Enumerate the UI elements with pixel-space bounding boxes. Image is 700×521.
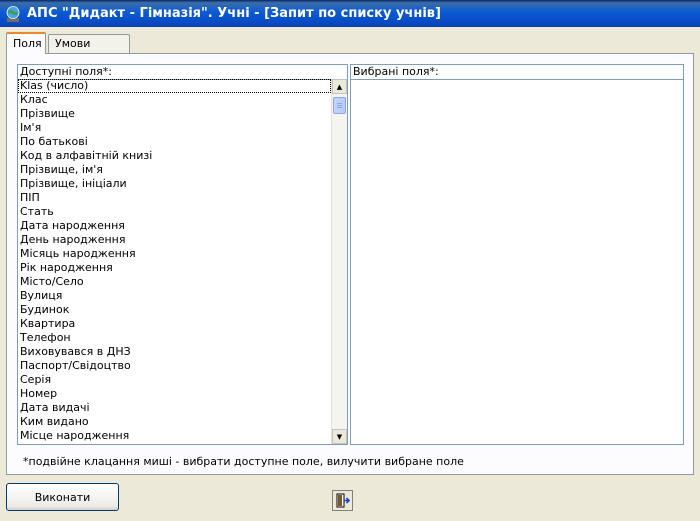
run-button[interactable]: Виконати — [6, 483, 119, 511]
exit-door-icon — [336, 493, 350, 508]
tab-selection-conditions[interactable]: Умови вибору — [48, 34, 130, 68]
field-item[interactable]: Місяць народження — [18, 247, 331, 261]
field-item[interactable]: Рік народження — [18, 261, 331, 275]
field-item[interactable]: Klas (число) — [18, 79, 331, 93]
field-item[interactable]: ПІП — [18, 191, 331, 205]
field-item[interactable]: Виховувався в ДНЗ — [18, 345, 331, 359]
exit-button[interactable] — [332, 490, 353, 511]
field-item[interactable]: Серія — [18, 373, 331, 387]
field-item[interactable]: Паспорт/Свідоцтво — [18, 359, 331, 373]
tab-fields[interactable]: Поля — [6, 32, 46, 54]
field-item[interactable]: Ким видано — [18, 415, 331, 429]
available-fields-items: Klas (число) Клас Прізвище Ім'я По батькові К… — [18, 79, 331, 444]
field-item[interactable]: Дата народження — [18, 219, 331, 233]
field-item[interactable]: Прізвище, ініціали — [18, 177, 331, 191]
window-title: АПС "Дидакт - Гімназія". Учні - [Запит п… — [27, 6, 441, 21]
run-button-label: Виконати — [34, 490, 91, 504]
field-item[interactable]: Місто/Село — [18, 275, 331, 289]
scroll-up-button[interactable]: ▲ — [332, 79, 347, 94]
field-item[interactable]: Прізвище — [18, 107, 331, 121]
chevron-up-icon: ▲ — [336, 82, 343, 91]
field-item[interactable]: Стать — [18, 205, 331, 219]
hint-text: *подвійне клацання миші - вибрати доступ… — [23, 455, 464, 468]
field-item[interactable]: Прізвище, ім'я — [18, 163, 331, 177]
chevron-down-icon: ▼ — [336, 432, 343, 441]
scroll-thumb[interactable] — [333, 97, 346, 114]
available-fields-header: Доступні поля*: — [18, 65, 347, 80]
field-item[interactable]: Будинок — [18, 303, 331, 317]
field-item[interactable]: Номер — [18, 387, 331, 401]
scroll-down-button[interactable]: ▼ — [332, 429, 347, 444]
available-fields-list[interactable]: Доступні поля*: Klas (число) Клас Прізвище… — [17, 64, 348, 445]
field-item[interactable]: Дата видачі — [18, 401, 331, 415]
available-fields-scrollbar[interactable]: ▲ ▼ — [331, 79, 347, 444]
selected-fields-header: Вибрані поля*: — [351, 65, 683, 80]
field-item[interactable]: Телефон — [18, 331, 331, 345]
app-globe-icon — [6, 5, 20, 22]
field-item[interactable]: По батькові — [18, 135, 331, 149]
title-bar: АПС "Дидакт - Гімназія". Учні - [Запит п… — [0, 0, 700, 27]
field-item[interactable]: День народження — [18, 233, 331, 247]
field-item[interactable]: Клас — [18, 93, 331, 107]
selected-fields-list[interactable]: Вибрані поля*: — [350, 64, 684, 445]
field-item[interactable]: Місце народження — [18, 429, 331, 443]
field-item[interactable]: Квартира — [18, 317, 331, 331]
fields-tab-panel: Доступні поля*: Klas (число) Клас Прізвище… — [6, 53, 694, 475]
field-item[interactable]: Вулиця — [18, 289, 331, 303]
field-item[interactable]: Код в алфавітній книзі — [18, 149, 331, 163]
field-item[interactable]: Ім'я — [18, 121, 331, 135]
